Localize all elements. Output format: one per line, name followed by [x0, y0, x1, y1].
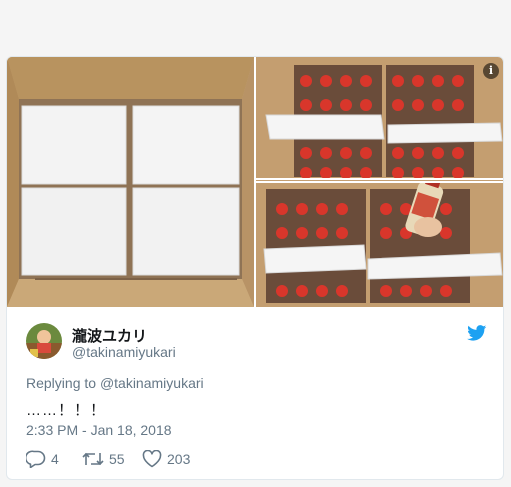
photo-bottles-top[interactable]: i — [256, 57, 503, 181]
author-name[interactable]: 瀧波ユカリ — [72, 325, 147, 346]
media-grid: i — [7, 57, 503, 307]
info-icon[interactable]: i — [483, 63, 499, 79]
like-count: 203 — [167, 451, 191, 467]
replying-to-link[interactable]: @takinamiyukari — [100, 375, 204, 391]
tweet-timestamp[interactable]: 2:33 PM - Jan 18, 2018 — [26, 422, 172, 438]
reply-button[interactable]: 4 — [26, 449, 59, 469]
like-icon — [142, 450, 162, 468]
twitter-bird-icon[interactable] — [467, 325, 487, 341]
photo-bottles-bottom[interactable] — [256, 183, 503, 307]
author-handle[interactable]: @takinamiyukari — [72, 344, 176, 360]
tweet-text: ……！！！ — [26, 402, 107, 419]
reply-icon — [26, 450, 46, 468]
retweet-button[interactable]: 55 — [82, 449, 125, 469]
reply-count: 4 — [51, 451, 59, 467]
tweet-header: 瀧波ユカリ @takinamiyukari — [7, 307, 503, 367]
replying-prefix: Replying to — [26, 375, 100, 391]
embedded-tweet-card[interactable]: i 瀧波ユカリ @takinamiyukari Replying to @tak… — [6, 56, 504, 480]
retweet-count: 55 — [109, 451, 125, 467]
photo-box-lids[interactable] — [7, 57, 254, 307]
avatar[interactable] — [26, 323, 62, 359]
replying-to: Replying to @takinamiyukari — [26, 375, 204, 391]
retweet-icon — [82, 452, 104, 466]
like-button[interactable]: 203 — [142, 449, 190, 469]
